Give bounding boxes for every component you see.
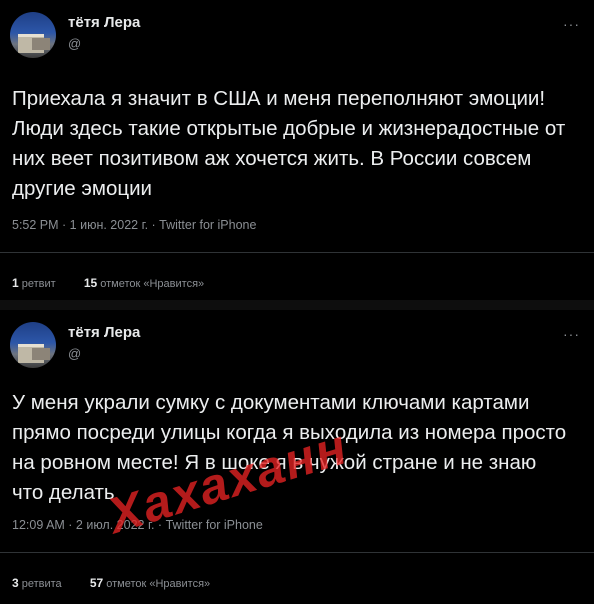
tweet-text: Приехала я значит в США и меня переполня…: [12, 87, 566, 200]
retweets-count[interactable]: 3: [12, 576, 19, 590]
author-name[interactable]: тётя Лера: [68, 14, 140, 31]
likes-label[interactable]: отметок «Нравится»: [100, 278, 204, 290]
tweet-meta: 12:09 AM · 2 июл. 2022 г. · Twitter for …: [12, 518, 263, 532]
divider: [0, 552, 594, 553]
more-options-icon[interactable]: ···: [563, 16, 580, 32]
tweet-2: тётя Лера @ ··· У меня украли сумку с до…: [0, 310, 594, 604]
tweet-meta: 5:52 PM · 1 июн. 2022 г. · Twitter for i…: [12, 218, 257, 232]
likes-label[interactable]: отметок «Нравится»: [106, 578, 210, 590]
more-options-icon[interactable]: ···: [563, 326, 580, 342]
likes-count[interactable]: 15: [84, 276, 97, 290]
tweet-stats: 3 ретвита 57 отметок «Нравится»: [12, 576, 210, 590]
avatar[interactable]: [10, 322, 56, 368]
author-handle[interactable]: @: [68, 36, 81, 51]
retweets-label[interactable]: ретвит: [22, 278, 56, 290]
tweet-stats: 1 ретвит 15 отметок «Нравится»: [12, 276, 204, 290]
divider: [0, 252, 594, 253]
retweets-label[interactable]: ретвита: [22, 578, 62, 590]
tweet-text: У меня украли сумку с документами ключам…: [12, 391, 567, 504]
avatar[interactable]: [10, 12, 56, 58]
likes-count[interactable]: 57: [90, 576, 103, 590]
author-handle[interactable]: @: [68, 346, 81, 361]
author-name[interactable]: тётя Лера: [68, 324, 140, 341]
tweet-separator: [0, 300, 594, 310]
tweet-1: тётя Лера @ ··· Приехала я значит в США …: [0, 0, 594, 300]
retweets-count[interactable]: 1: [12, 276, 19, 290]
